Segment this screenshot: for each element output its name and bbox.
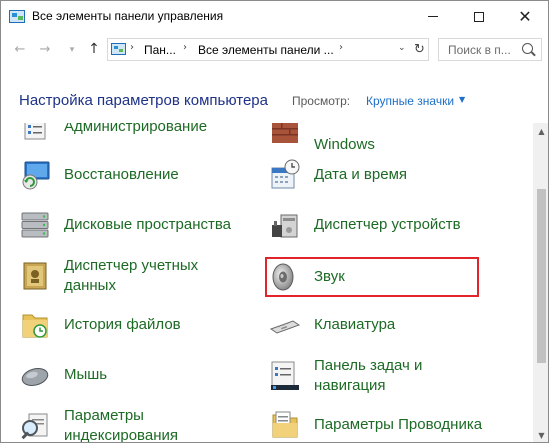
item-device-manager[interactable]: Диспетчер устройств (269, 209, 461, 241)
item-label: Windows (314, 136, 375, 153)
maximize-icon (474, 11, 484, 22)
back-button[interactable]: ← (11, 40, 29, 58)
sound-highlight-box (265, 257, 479, 297)
window-title: Все элементы панели управления (32, 9, 224, 23)
arrow-down-icon: ▼ (538, 431, 545, 440)
item-label: История файлов (64, 316, 181, 333)
explorer-options-icon (272, 411, 298, 438)
item-label: Мышь (64, 366, 108, 383)
arrow-right-icon: → (39, 41, 51, 57)
close-icon: ✕ (518, 6, 532, 26)
item-indexing-options[interactable]: Параметры индексирования (19, 406, 178, 443)
credential-manager-icon (23, 262, 47, 290)
item-taskbar-navigation[interactable]: Панель задач и навигация (269, 356, 422, 396)
item-windows-firewall[interactable]: Windows (269, 123, 375, 155)
chevron-down-icon: ▾ (69, 45, 75, 55)
minimize-button[interactable] (410, 1, 456, 32)
search-input[interactable]: Поиск в п... (438, 38, 542, 61)
item-mouse[interactable]: Мышь (19, 359, 107, 391)
item-keyboard[interactable]: Клавиатура (269, 309, 395, 341)
breadcrumb-chevron-icon[interactable]: › (130, 42, 134, 53)
taskbar-icon (271, 361, 299, 390)
breadcrumb-chevron-icon[interactable]: › (183, 42, 187, 53)
item-label: данных (64, 277, 116, 294)
breadcrumb-item[interactable]: Все элементы панели ... (198, 43, 334, 57)
up-button[interactable]: ↑ (85, 40, 103, 58)
item-date-time[interactable]: Дата и время (269, 159, 407, 191)
item-label-group: Параметры индексирования (64, 406, 178, 443)
scrollbar-thumb[interactable] (537, 189, 546, 363)
caret-down-icon[interactable]: ▼ (459, 95, 465, 104)
recent-locations-button[interactable]: ▾ (63, 41, 81, 59)
page-title: Настройка параметров компьютера (19, 92, 268, 109)
storage-spaces-icon (21, 212, 49, 238)
minimize-icon (428, 16, 438, 17)
view-mode-dropdown[interactable]: Крупные значки (366, 94, 454, 108)
device-manager-icon (272, 214, 298, 238)
item-label: Восстановление (64, 166, 179, 183)
arrow-up-icon: ▲ (538, 127, 545, 136)
maximize-button[interactable] (456, 1, 502, 32)
refresh-button[interactable]: ↻ (414, 42, 425, 57)
item-recovery[interactable]: Восстановление (19, 159, 179, 191)
item-label: Диспетчер учетных (64, 257, 199, 274)
control-panel-window: Все элементы панели управления ✕ ← → ▾ ↑… (0, 0, 549, 443)
search-placeholder: Поиск в п... (448, 43, 511, 57)
firewall-icon (272, 123, 298, 143)
item-label: Панель задач и (314, 357, 423, 374)
address-bar[interactable]: › Пан... › Все элементы панели ... › ⌄ (107, 38, 429, 61)
calendar-clock-icon (271, 159, 300, 189)
item-label: индексирования (64, 427, 178, 443)
search-icon (522, 43, 533, 54)
item-credential-manager[interactable]: Диспетчер учетных данных (19, 256, 198, 296)
item-label: навигация (314, 377, 386, 394)
file-history-icon (22, 314, 48, 338)
item-label: Параметры (64, 407, 144, 424)
view-label: Просмотр: (292, 94, 351, 108)
forward-button[interactable]: → (36, 40, 54, 58)
title-bar[interactable]: Все элементы панели управления ✕ (1, 1, 548, 32)
indexing-icon (21, 413, 48, 440)
scroll-down-button[interactable]: ▼ (533, 427, 548, 442)
item-file-history[interactable]: История файлов (19, 309, 181, 341)
item-label: Дата и время (314, 166, 408, 183)
breadcrumb-item[interactable]: Пан... (144, 43, 176, 57)
item-administration[interactable]: Администрирование (19, 123, 207, 143)
administration-icon (24, 123, 46, 140)
control-panel-icon (111, 43, 126, 55)
scroll-up-button[interactable]: ▲ (533, 123, 548, 140)
item-explorer-options[interactable]: Параметры Проводника (269, 409, 482, 441)
refresh-icon: ↻ (414, 42, 425, 57)
item-storage-spaces[interactable]: Дисковые пространства (19, 209, 231, 241)
breadcrumb-chevron-icon[interactable]: › (339, 42, 343, 53)
control-panel-icon (9, 10, 25, 23)
address-dropdown-icon[interactable]: ⌄ (398, 43, 406, 53)
item-label: Параметры Проводника (314, 416, 483, 433)
item-label: Диспетчер устройств (314, 216, 461, 233)
item-label-group: Диспетчер учетных данных (64, 256, 198, 296)
page-header: Настройка параметров компьютера Просмотр… (1, 68, 548, 123)
mouse-icon (21, 368, 49, 386)
item-label: Дисковые пространства (64, 216, 232, 233)
arrow-up-icon: ↑ (88, 41, 100, 57)
navigation-bar: ← → ▾ ↑ › Пан... › Все элементы панели .… (1, 32, 548, 68)
arrow-left-icon: ← (14, 41, 26, 57)
item-label: Администрирование (64, 123, 208, 135)
item-label-group: Панель задач и навигация (314, 356, 422, 396)
item-label: Клавиатура (314, 316, 396, 333)
vertical-scrollbar[interactable]: ▲ ▼ (533, 123, 548, 442)
keyboard-icon (269, 320, 301, 334)
recovery-icon (22, 161, 50, 190)
items-grid: Администрирование Windows Восстановление (1, 123, 533, 443)
close-button[interactable]: ✕ (502, 1, 548, 32)
